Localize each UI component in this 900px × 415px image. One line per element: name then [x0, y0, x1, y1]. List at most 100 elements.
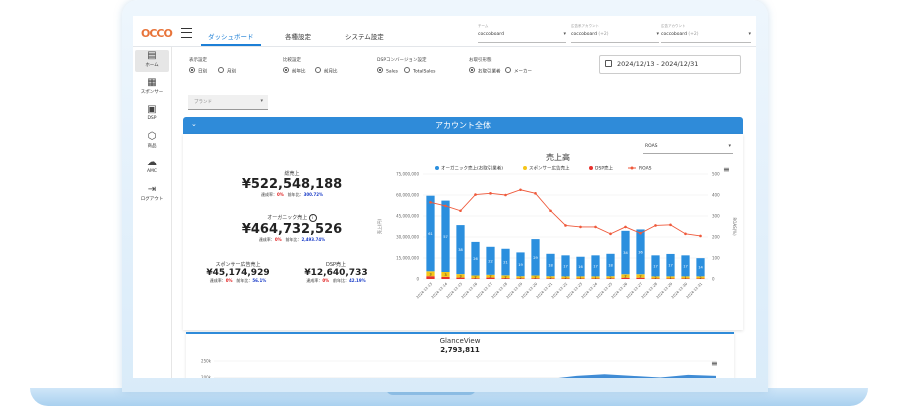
kpi-total-sales: 総売上 ¥522,548,188 達成率：0% 前年比：300.72%: [227, 170, 357, 198]
tab-system-settings[interactable]: システム設定: [345, 31, 384, 41]
y-tick-label: 0: [416, 277, 419, 282]
compare-setting-title: 比較設定: [283, 58, 301, 63]
ad-account-label: 広告アカウント: [661, 24, 686, 28]
bar-data-label: 57: [443, 235, 448, 239]
bar-data-label: 2: [519, 276, 521, 280]
bar-data-label: 3: [459, 274, 461, 278]
radio-maker[interactable]: メーカー: [505, 67, 532, 75]
team-select-value: coccoboard: [478, 32, 504, 37]
sidebar-item-home[interactable]: ▤ ホーム: [135, 50, 169, 72]
bar-data-label: 26: [473, 257, 478, 261]
ad-group-account-select[interactable]: 広告系アカウント coccoboard (+2) ▾: [571, 22, 659, 43]
chart-menu-icon: ≡: [723, 165, 730, 174]
hamburger-menu-icon[interactable]: [181, 28, 192, 38]
bar-data-label: 3: [444, 273, 446, 277]
y2-tick-label: 200: [712, 235, 720, 240]
ad-account-value: coccoboard (+2): [661, 32, 699, 37]
chevron-down-icon: ▾: [748, 31, 751, 37]
radio-total-sales[interactable]: TotalSales: [404, 67, 436, 75]
dsp-icon: ▣: [147, 104, 157, 115]
y-axis-label: 売上(円): [376, 219, 382, 235]
roas-point: [564, 224, 567, 227]
active-tab-indicator: [201, 44, 261, 46]
radio-empty-icon: [505, 67, 511, 73]
radio-selected-icon: [469, 67, 475, 73]
tab-dashboard[interactable]: ダッシュボード: [208, 31, 254, 41]
bar-data-label: 19: [518, 263, 523, 267]
y2-axis-label: ROAS(%): [732, 217, 737, 235]
sidebar-item-logout[interactable]: ⇥ ログアウト: [135, 184, 169, 202]
kpi-organic-sales: オーガニック売上 i ¥464,732,526 達成率：0% 前年比：2,493…: [227, 214, 357, 243]
team-select-label: チーム: [478, 24, 489, 28]
chevron-down-icon: ▾: [563, 31, 566, 37]
kpi-organic-value: ¥464,732,526: [241, 222, 343, 237]
roas-point: [699, 234, 702, 238]
bar-data-label: 18: [548, 264, 553, 268]
bar-data-label: 2: [639, 274, 641, 278]
bar-data-label: 2: [564, 276, 566, 280]
sidebar-item-sponsor[interactable]: ▦ スポンサー: [135, 77, 169, 95]
legend-marker: [435, 166, 439, 170]
legend-marker: [589, 166, 593, 170]
legend-label: DSP売上: [595, 165, 614, 172]
radio-empty-icon: [315, 67, 321, 73]
radio-mom[interactable]: 前月比: [315, 67, 338, 75]
info-icon[interactable]: i: [308, 214, 317, 222]
date-range-picker[interactable]: 2024/12/13 - 2024/12/31: [599, 55, 741, 74]
tab-settings[interactable]: 各種設定: [285, 31, 311, 41]
legend-marker: [523, 166, 527, 170]
bar-data-label: 2: [624, 274, 626, 278]
ad-group-account-label: 広告系アカウント: [571, 24, 599, 28]
team-select[interactable]: チーム coccoboard ▾: [478, 22, 566, 43]
account-section-header[interactable]: ⌄ アカウント全体: [183, 117, 743, 134]
date-range-text: 2024/12/13 - 2024/12/31: [617, 60, 699, 68]
roas-point: [534, 192, 537, 195]
app-logo[interactable]: OCCO: [141, 27, 173, 40]
bar-data-label: 16: [578, 265, 583, 269]
bar-data-label: 2: [489, 275, 491, 279]
bar-data-label: 2: [474, 275, 476, 279]
bar-data-label: 18: [608, 264, 613, 268]
sales-chart: 売上高 ≡ 0 15,000,000 30,000,000 45,000,000 60,00…: [376, 152, 737, 299]
radio-yoy[interactable]: 前年比: [283, 67, 306, 75]
brand-select[interactable]: ブランド ▾: [188, 95, 268, 110]
bar-data-label: 22: [488, 259, 493, 263]
sidebar-item-dsp[interactable]: ▣ DSP: [135, 104, 169, 121]
radio-monthly[interactable]: 月別: [218, 67, 236, 75]
sponsor-icon: ▦: [147, 77, 157, 88]
radio-sales[interactable]: Sales: [377, 67, 398, 75]
sidebar-item-products[interactable]: ⬡ 商品: [135, 131, 169, 149]
bar-data-label: 29: [533, 256, 538, 260]
y2-tick-label: 100: [712, 256, 720, 261]
roas-point: [504, 193, 507, 197]
roas-point: [444, 204, 447, 208]
roas-point: [609, 232, 612, 236]
roas-point: [549, 209, 552, 213]
roas-point: [489, 192, 492, 195]
roas-line: [430, 189, 701, 237]
ad-account-select[interactable]: 広告アカウント coccoboard (+2) ▾: [661, 22, 751, 43]
roas-point: [654, 224, 657, 227]
radio-vendor[interactable]: お取引業者: [469, 67, 501, 75]
legend-label: ROAS: [639, 166, 652, 172]
ad-group-account-value: coccoboard (+2): [571, 32, 609, 37]
bar-data-label: 17: [668, 264, 673, 268]
logout-icon: ⇥: [147, 184, 157, 195]
y-tick-label: 60,000,000: [396, 193, 419, 198]
y2-tick-label: 0: [712, 277, 715, 282]
bar-data-label: 1: [579, 276, 581, 280]
top-bar: OCCO ダッシュボード 各種設定 システム設定 チーム coccoboard …: [133, 16, 756, 47]
bar-data-label: 61: [428, 232, 433, 236]
bar-data-label: 36: [638, 250, 643, 254]
kpi-sponsor-value: ¥45,174,929: [206, 268, 270, 278]
legend-marker: [630, 166, 634, 170]
sales-chart-title: 売上高: [546, 152, 570, 162]
radio-daily[interactable]: 日別: [189, 67, 207, 75]
account-section-title: アカウント全体: [435, 121, 491, 130]
home-icon: ▤: [147, 50, 157, 61]
radio-empty-icon: [218, 67, 224, 73]
sidebar-item-amc[interactable]: ☁ AMC: [135, 157, 169, 174]
bar-data-label: 14: [698, 266, 703, 270]
bar-data-label: 2: [699, 276, 701, 280]
display-setting-title: 表示設定: [189, 58, 207, 63]
